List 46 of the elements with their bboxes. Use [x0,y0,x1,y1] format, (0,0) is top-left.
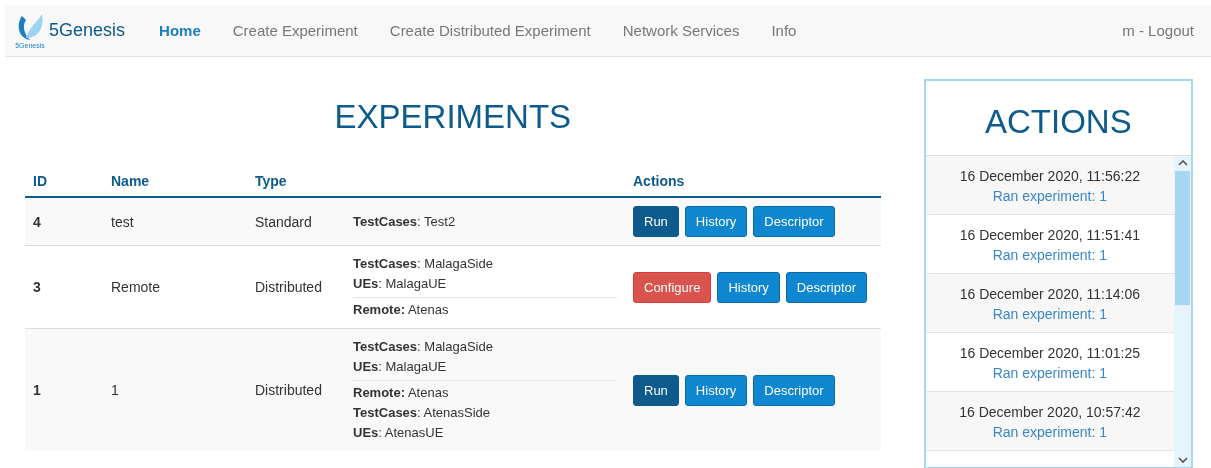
action-link[interactable]: Ran experiment: 1 [992,247,1108,263]
action-link[interactable]: Ran experiment: 1 [992,306,1108,322]
action-button[interactable]: Run [633,374,679,406]
action-link[interactable]: Ran experiment: 1 [992,424,1108,440]
experiments-heading: EXPERIMENTS [333,98,573,136]
detail-line: UEs: MalagaUE [353,275,448,293]
id-cell: 4 [33,213,41,230]
name-cell: 1 [111,382,119,398]
name-cell: test [111,213,134,230]
action-link[interactable]: Ran experiment: 1 [992,188,1108,204]
action-button[interactable]: History [684,206,748,237]
type-cell: Distributed [255,382,322,398]
nav-link[interactable]: Network Services [606,22,756,39]
type-cell: Distributed [255,279,322,295]
action-time: 16 December 2020, 10:57:42 [958,403,1142,422]
action-time: 16 December 2020, 11:01:25 [958,344,1141,363]
nav-link[interactable]: Create Experiment [216,22,374,39]
action-time: 16 December 2020, 11:51:41 [958,226,1141,245]
detail-line: Remote: Atenas [353,301,450,319]
logout-link[interactable]: m - Logout [1122,22,1194,39]
detail-line: TestCases: AtenasSide [353,404,492,422]
nav-link[interactable]: Info [755,22,813,39]
action-time: 16 December 2020, 11:14:06 [958,285,1141,304]
type-cell: Standard [255,213,312,230]
actions-heading: ACTIONS [984,103,1133,141]
action-button[interactable]: History [717,271,780,303]
id-cell: 1 [33,382,41,398]
action-button[interactable]: Run [633,206,679,237]
action-button[interactable]: Configure [633,271,712,303]
action-button[interactable]: Descriptor [785,271,868,303]
name-cell: Remote [111,279,161,295]
action-button[interactable]: Descriptor [753,374,835,406]
detail-line: UEs: AtenasUE [353,424,445,442]
action-button[interactable]: History [684,374,748,406]
action-time: 16 December 2020, 11:56:22 [958,167,1141,186]
nav-link[interactable]: Create Distributed Experiment [373,22,607,39]
action-button[interactable]: Descriptor [753,206,835,237]
detail-line: Remote: Atenas [353,384,450,402]
nav-link[interactable]: Home [143,22,217,39]
id-cell: 3 [33,279,41,295]
brand-link[interactable]: 5Genesis [49,20,126,41]
detail-line: TestCases: Test2 [353,212,457,231]
detail-line: TestCases: MalagaSide [353,255,494,273]
detail-line: UEs: MalagaUE [353,358,448,376]
detail-line: TestCases: MalagaSide [353,338,494,356]
action-link[interactable]: Ran experiment: 1 [992,365,1108,381]
